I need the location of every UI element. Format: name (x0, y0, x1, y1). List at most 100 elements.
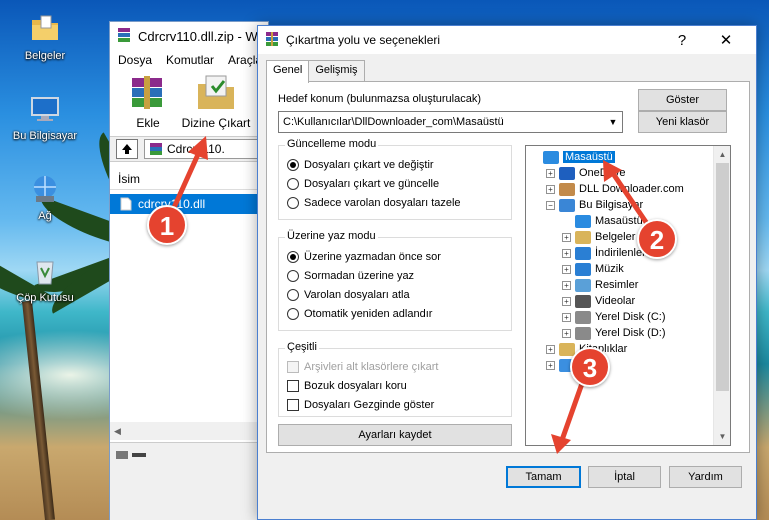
expand-icon[interactable]: + (562, 280, 571, 290)
tree-node[interactable]: + Yerel Disk (C:) (562, 309, 666, 325)
winrar-file-list[interactable]: İsim cdrcrv110.dll (110, 168, 268, 436)
winrar-toolbar: Ekle Dizine Çıkart (110, 70, 268, 136)
expand-icon[interactable]: + (562, 248, 571, 258)
computer-icon (559, 198, 575, 212)
tree-vertical-scrollbar[interactable]: ▲ ▼ (713, 146, 730, 445)
drive-icon (575, 326, 591, 340)
tree-node[interactable]: + Müzik (562, 261, 624, 277)
winrar-address-bar: Cdrcrv110. (110, 136, 268, 162)
desktop-icon-documents[interactable]: Belgeler (7, 12, 83, 62)
misc-option-subfolders[interactable]: Arşivleri alt klasörlere çıkart (287, 361, 438, 373)
file-row[interactable]: cdrcrv110.dll (110, 194, 268, 214)
archive-path-field[interactable]: Cdrcrv110. (144, 139, 268, 159)
desktop-icon-this-pc[interactable]: Bu Bilgisayar (7, 92, 83, 142)
tree-node[interactable]: + DLL Downloader.com (546, 181, 684, 197)
expand-icon[interactable]: + (546, 168, 555, 178)
cancel-button[interactable]: İptal (588, 466, 661, 488)
step-badge-3: 3 (570, 347, 610, 387)
horizontal-scrollbar[interactable]: ◀ (110, 422, 268, 440)
tab-general[interactable]: Genel (266, 60, 310, 83)
expand-icon[interactable]: + (562, 264, 571, 274)
radio-button[interactable] (287, 270, 299, 282)
menu-file[interactable]: Dosya (118, 53, 152, 67)
winrar-title: Cdrcrv110.dll.zip - W (138, 28, 258, 44)
menu-commands[interactable]: Komutlar (166, 53, 214, 67)
tree-node-label: Müzik (595, 263, 624, 275)
scroll-up-icon[interactable]: ▲ (714, 146, 730, 163)
tree-node[interactable]: Masaüstü (530, 149, 615, 165)
tree-node[interactable]: + Resimler (562, 277, 638, 293)
misc-option-show-in-explorer[interactable]: Dosyaları Gezginde göster (287, 399, 434, 411)
radio-button[interactable] (287, 289, 299, 301)
radio-button[interactable] (287, 251, 299, 263)
checkbox[interactable] (287, 380, 299, 392)
tree-node[interactable]: − Bu Bilgisayar (546, 197, 643, 213)
radio-button[interactable] (287, 308, 299, 320)
desktop-icon-network[interactable]: Ağ (7, 172, 83, 222)
step-badge-1: 1 (147, 205, 187, 245)
radio-button[interactable] (287, 159, 299, 171)
desktop-icon-label: Ağ (38, 210, 52, 222)
tree-node[interactable]: + OneDrive (546, 165, 625, 181)
folder-tree[interactable]: ▲ ▼ Masaüstü + OneDrive + DLL Downloader.com… (525, 145, 731, 446)
radio-button[interactable] (287, 178, 299, 190)
tree-node[interactable]: Masaüstü (562, 213, 643, 229)
checkbox[interactable] (287, 361, 299, 373)
tab-advanced[interactable]: Gelişmiş (308, 60, 365, 82)
extract-to-button[interactable]: Dizine Çıkart (178, 74, 254, 136)
winrar-window: Cdrcrv110.dll.zip - W Dosya Komutlar Ara… (109, 21, 269, 520)
tree-node-label: Videolar (595, 295, 636, 307)
help-title-button[interactable]: ? (660, 26, 704, 54)
tree-node[interactable]: + Yerel Disk (D:) (562, 325, 666, 341)
tree-node[interactable]: + İndirilenler (562, 245, 646, 261)
show-button[interactable]: Göster (638, 89, 727, 111)
help-button[interactable]: Yardım (669, 466, 742, 488)
up-folder-button[interactable] (116, 139, 138, 159)
overwrite-option-rename[interactable]: Otomatik yeniden adlandır (287, 308, 432, 320)
destination-path-combo[interactable]: C:\Kullanıcılar\DllDownloader_com\Masaüs… (278, 111, 623, 133)
overwrite-option-skip[interactable]: Varolan dosyaları atla (287, 289, 410, 301)
expand-icon[interactable]: + (562, 312, 571, 322)
radio-button[interactable] (287, 197, 299, 209)
add-button[interactable]: Ekle (120, 74, 176, 136)
update-mode-option-freshen[interactable]: Sadece varolan dosyaları tazele (287, 197, 461, 209)
ok-button[interactable]: Tamam (506, 466, 581, 488)
collapse-icon[interactable]: − (546, 200, 555, 210)
tree-node-label: DLL Downloader.com (579, 183, 684, 195)
expand-icon[interactable]: + (562, 328, 571, 338)
option-label: Sadece varolan dosyaları tazele (304, 197, 461, 209)
expand-icon[interactable]: + (562, 296, 571, 306)
update-mode-option-replace[interactable]: Dosyaları çıkart ve değiştir (287, 159, 434, 171)
overwrite-option-ask[interactable]: Üzerine yazmadan önce sor (287, 251, 441, 263)
update-mode-option-update[interactable]: Dosyaları çıkart ve güncelle (287, 178, 439, 190)
close-icon: ✕ (719, 32, 733, 49)
scroll-thumb[interactable] (716, 163, 729, 391)
overwrite-option-no-prompt[interactable]: Sormadan üzerine yaz (287, 270, 414, 282)
misc-group: Çeşitli Arşivleri alt klasörlere çıkart … (278, 341, 512, 417)
new-folder-button[interactable]: Yeni klasör (638, 111, 727, 133)
option-label: Bozuk dosyaları koru (304, 380, 407, 392)
expand-icon[interactable]: + (546, 360, 555, 370)
tree-node[interactable]: + Belgeler (562, 229, 635, 245)
save-settings-button[interactable]: Ayarları kaydet (278, 424, 512, 446)
checkbox[interactable] (287, 399, 299, 411)
tree-node-label: Resimler (595, 279, 639, 291)
option-label: Dosyaları Gezginde göster (304, 399, 435, 411)
option-label: Üzerine yazmadan önce sor (304, 251, 441, 263)
scroll-down-icon[interactable]: ▼ (714, 428, 730, 445)
tree-node[interactable]: + Videolar (562, 293, 635, 309)
misc-option-keep-broken[interactable]: Bozuk dosyaları koru (287, 380, 407, 392)
up-arrow-icon (122, 144, 132, 154)
destination-path-value: C:\Kullanıcılar\DllDownloader_com\Masaüs… (283, 116, 504, 128)
chevron-down-icon[interactable]: ▼ (604, 112, 622, 132)
close-button[interactable]: ✕ (704, 26, 748, 54)
add-button-label: Ekle (136, 116, 160, 130)
downloads-icon (575, 246, 591, 260)
update-mode-group: Güncelleme modu Dosyaları çıkart ve deği… (278, 138, 512, 220)
desktop-icon-recycle-bin[interactable]: Çöp Kutusu (7, 254, 83, 304)
column-header-name[interactable]: İsim (110, 168, 268, 190)
expand-icon[interactable]: + (546, 184, 555, 194)
expand-icon[interactable]: + (562, 232, 571, 242)
dialog-tabs: Genel Gelişmiş (266, 60, 365, 83)
expand-icon[interactable]: + (546, 344, 555, 354)
